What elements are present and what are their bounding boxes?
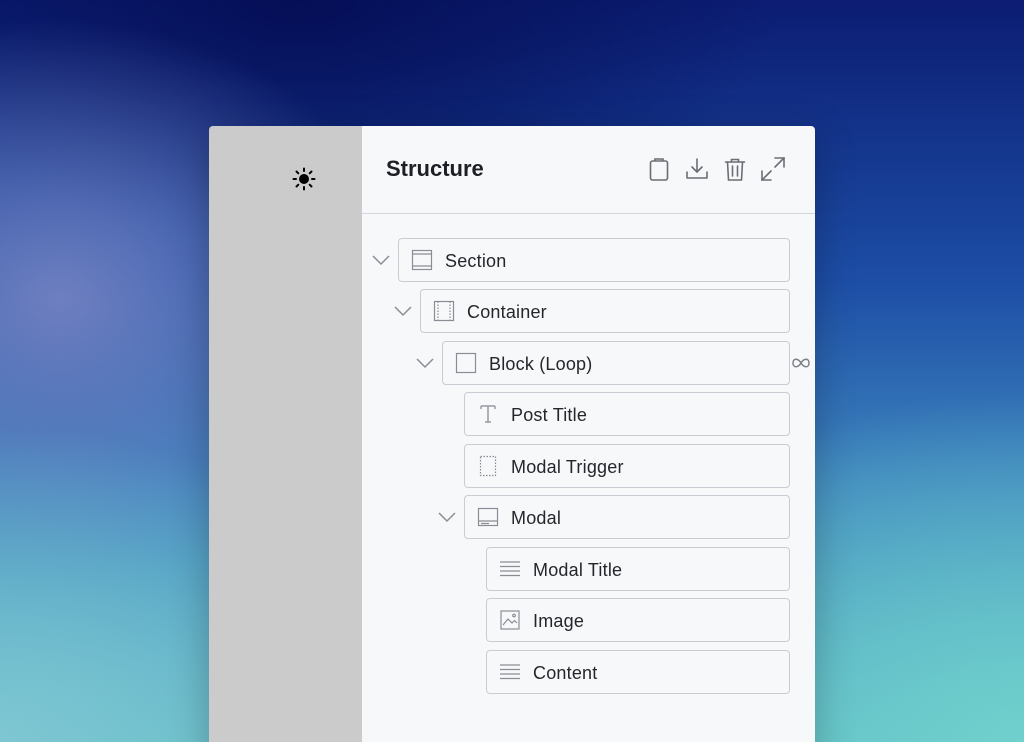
tree-item-image: Image: [486, 598, 790, 642]
panel-header: Structure: [362, 126, 815, 214]
structure-panel: Structure Section Container Block (Loop)…: [209, 126, 815, 742]
chevron-down-icon[interactable]: [416, 357, 434, 369]
tree-item-block-loop: Block (Loop): [416, 341, 810, 385]
tree-node-section[interactable]: Section: [398, 238, 790, 282]
tree-item-container: Container: [394, 289, 790, 333]
expand-icon[interactable]: [760, 156, 786, 182]
tree-node-label: Content: [533, 663, 598, 683]
image-icon: [500, 610, 520, 630]
tree-node-label: Modal: [511, 508, 562, 528]
sidebar: [209, 126, 362, 742]
structure-main: Structure Section Container Block (Loop)…: [362, 126, 815, 742]
tree-item-modal-trigger: Modal Trigger: [464, 444, 790, 488]
tree-node-block-loop[interactable]: Block (Loop): [442, 341, 810, 385]
text-lines-icon: [500, 561, 520, 577]
chevron-down-icon[interactable]: [372, 254, 390, 266]
tree-item-content: Content: [486, 650, 790, 694]
tree-node-post-title[interactable]: Post Title: [464, 392, 790, 436]
tree-node-modal-trigger[interactable]: Modal Trigger: [464, 444, 790, 488]
chevron-down-icon[interactable]: [394, 305, 412, 317]
tree-item-modal-title: Modal Title: [486, 547, 790, 591]
tree-node-label: Section: [445, 251, 507, 271]
tree-item-post-title: Post Title: [464, 392, 790, 436]
download-icon[interactable]: [684, 156, 710, 182]
tree-node-content[interactable]: Content: [486, 650, 790, 694]
tree-item-section: Section: [372, 238, 790, 282]
clipboard-icon[interactable]: [646, 156, 672, 182]
panel-title: Structure: [386, 156, 484, 181]
tree-node-label: Modal Title: [533, 560, 623, 580]
tree-node-image[interactable]: Image: [486, 598, 790, 642]
text-lines-icon: [500, 664, 520, 680]
tree-node-label: Post Title: [511, 405, 588, 425]
tree-node-container[interactable]: Container: [420, 289, 790, 333]
tree-node-modal[interactable]: Modal: [464, 495, 790, 539]
heading-icon: [480, 405, 496, 423]
block-icon: [455, 352, 477, 374]
tree-node-label: Modal Trigger: [511, 457, 624, 477]
trigger-icon: [479, 455, 497, 477]
section-icon: [411, 249, 433, 271]
tree-node-modal-title[interactable]: Modal Title: [486, 547, 790, 591]
tree-node-label: Block (Loop): [489, 354, 593, 374]
chevron-down-icon[interactable]: [438, 511, 456, 523]
tree-node-label: Image: [533, 611, 585, 631]
tree-item-modal: Modal: [438, 495, 790, 539]
tree-node-label: Container: [467, 302, 547, 322]
loop-icon: [792, 358, 810, 368]
sun-icon[interactable]: [292, 167, 316, 191]
trash-icon[interactable]: [722, 156, 748, 182]
modal-icon: [477, 507, 499, 527]
container-icon: [433, 300, 455, 322]
